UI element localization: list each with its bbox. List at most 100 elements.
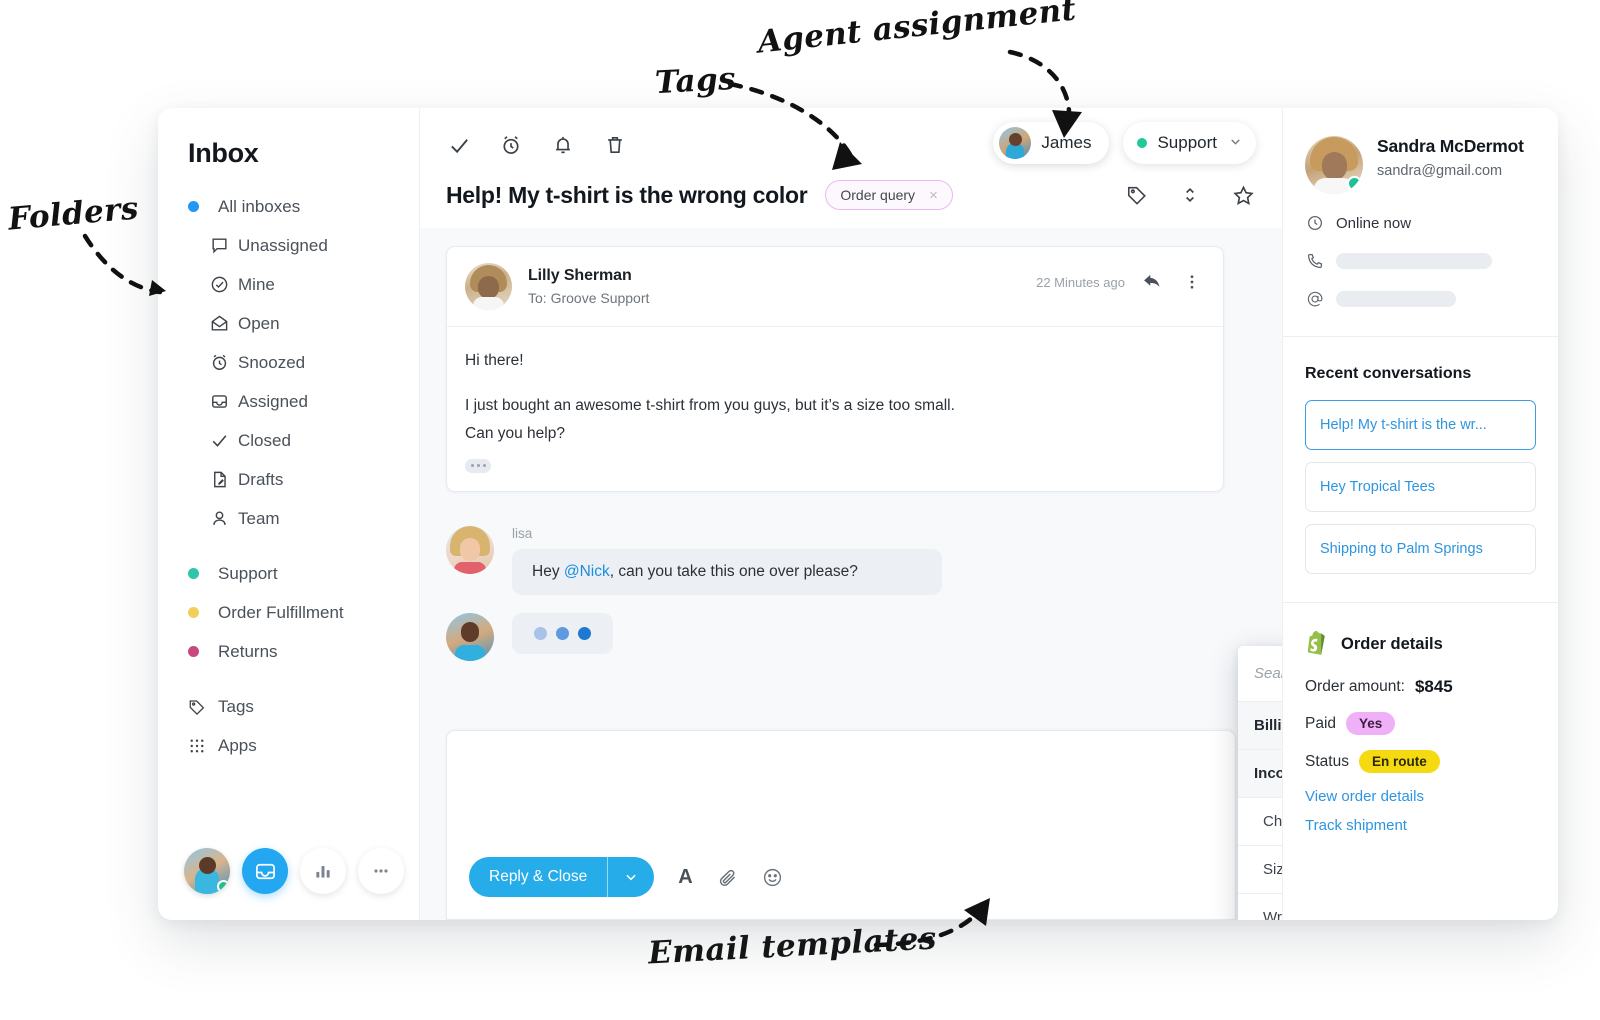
reports-button[interactable]	[300, 848, 346, 894]
order-amount-label: Order amount:	[1305, 678, 1405, 695]
chevron-down-icon	[1229, 135, 1242, 151]
customer-name: Sandra McDermot	[1377, 136, 1524, 156]
chevron-down-icon[interactable]	[608, 870, 654, 884]
sidebar-item-tags[interactable]: Tags	[158, 687, 419, 726]
presence-label: Online now	[1336, 214, 1412, 232]
sidebar-item-assigned[interactable]: Assigned	[158, 382, 419, 421]
sidebar-item-all-inboxes[interactable]: All inboxes	[158, 187, 419, 226]
tag-chip-order-query[interactable]: Order query ×	[825, 180, 953, 210]
message-thread: Lilly Sherman To: Groove Support 22 Minu…	[420, 228, 1282, 920]
clock-icon	[1305, 214, 1324, 232]
draft-document-icon	[210, 470, 238, 489]
more-options-icon[interactable]	[1179, 269, 1205, 295]
person-icon	[210, 509, 238, 528]
status-dot-icon	[1137, 138, 1148, 148]
inbox-button[interactable]	[242, 848, 288, 894]
recent-conversations-heading: Recent conversations	[1305, 365, 1472, 382]
sidebar-item-label: Snoozed	[238, 352, 306, 372]
instant-reply-item[interactable]: Change of shipping	[1238, 798, 1282, 846]
open-envelope-icon	[210, 314, 238, 333]
sidebar-item-label: Closed	[238, 430, 291, 450]
instant-reply-item[interactable]: Sizing incorrect	[1238, 846, 1282, 894]
sidebar-item-label: Team	[238, 508, 280, 528]
sidebar-folder-support[interactable]: Support	[158, 554, 419, 593]
sidebar-item-closed[interactable]: Closed	[158, 421, 419, 460]
instant-reply-group[interactable]: Incorrect orders	[1238, 750, 1282, 798]
recent-conversation-item[interactable]: Hey Tropical Tees	[1305, 462, 1536, 512]
emoji-icon[interactable]	[762, 867, 783, 888]
order-amount-value: $845	[1414, 677, 1453, 696]
at-icon	[1305, 290, 1324, 308]
sidebar-item-snoozed[interactable]: Snoozed	[158, 343, 419, 382]
sidebar-item-unassigned[interactable]: Unassigned	[158, 226, 419, 265]
status-dropdown[interactable]: Support	[1123, 122, 1256, 164]
user-avatar[interactable]	[184, 848, 230, 894]
subject-row: Help! My t-shirt is the wrong color Orde…	[446, 166, 1256, 228]
check-circle-icon	[210, 275, 238, 294]
notification-bell-icon[interactable]	[550, 132, 576, 158]
instant-reply-group[interactable]: Billing replies	[1238, 702, 1282, 750]
sidebar-item-apps[interactable]: Apps	[158, 726, 419, 765]
sidebar-item-label: Drafts	[238, 469, 284, 489]
sidebar-folder-label: Returns	[218, 641, 278, 661]
track-shipment-link[interactable]: Track shipment	[1305, 817, 1536, 834]
status-label: Support	[1157, 133, 1217, 152]
annotation-folders: Folders	[6, 190, 141, 238]
presence-row: Online now	[1305, 214, 1536, 232]
attachment-icon[interactable]	[717, 867, 738, 888]
composer-toolbar: Reply & Close A	[469, 857, 783, 897]
mention-nick[interactable]: @Nick	[564, 563, 610, 580]
agent-avatar	[999, 127, 1032, 159]
status-badge: En route	[1358, 750, 1440, 773]
sidebar-item-label: Open	[238, 313, 280, 333]
conversation-toolbar: James Support	[446, 122, 1256, 166]
typing-indicator	[512, 612, 613, 654]
sidebar-item-drafts[interactable]: Drafts	[158, 460, 419, 499]
recent-conversations: Recent conversations Help! My t-shirt is…	[1283, 337, 1558, 603]
sidebar-item-team[interactable]: Team	[158, 499, 419, 538]
sidebar-item-mine[interactable]: Mine	[158, 265, 419, 304]
customer-email: sandra@gmail.com	[1377, 163, 1503, 179]
reply-composer[interactable]: Reply & Close A	[446, 730, 1236, 920]
agent-assignment-button[interactable]: James	[993, 122, 1110, 164]
snooze-icon[interactable]	[498, 132, 524, 158]
sidebar-folder-order-fulfillment[interactable]: Order Fulfillment	[158, 593, 419, 632]
grid-dots-icon	[188, 737, 218, 755]
sidebar-folder-returns[interactable]: Returns	[158, 632, 419, 671]
paid-label: Paid	[1305, 714, 1337, 732]
status-badge: Yes	[1346, 712, 1396, 735]
sidebar-item-label: Mine	[238, 274, 275, 294]
alarm-clock-icon	[210, 353, 238, 372]
phone-icon	[1305, 252, 1324, 270]
more-button[interactable]	[358, 848, 404, 894]
check-icon	[210, 431, 238, 450]
tag-icon[interactable]	[1124, 182, 1150, 208]
note-bubble: Hey @Nick, can you take this one over pl…	[512, 548, 942, 595]
shopify-icon	[1305, 630, 1330, 658]
star-icon[interactable]	[1230, 182, 1256, 208]
reply-and-close-button[interactable]: Reply & Close	[469, 857, 655, 897]
reply-icon[interactable]	[1139, 269, 1165, 295]
instant-reply-item[interactable]: Wrong billing	[1238, 894, 1282, 920]
close-icon[interactable]: ×	[929, 187, 938, 204]
text-format-icon[interactable]: A	[678, 866, 692, 889]
delete-icon[interactable]	[602, 132, 628, 158]
annotation-tags: Tags	[654, 60, 737, 102]
recent-conversation-item[interactable]: Help! My t-shirt is the wr...	[1305, 400, 1536, 450]
online-indicator	[1347, 176, 1362, 191]
dot-icon	[188, 646, 218, 657]
expand-quoted-text-icon[interactable]	[465, 458, 491, 473]
dot-icon	[188, 201, 218, 212]
sender-name: Lilly Sherman	[528, 267, 632, 284]
mark-done-icon[interactable]	[446, 132, 472, 158]
sort-icon[interactable]	[1177, 182, 1203, 208]
internal-note: lisa Hey @Nick, can you take this one ov…	[446, 525, 1256, 595]
view-order-details-link[interactable]: View order details	[1305, 788, 1536, 805]
phone-placeholder	[1336, 253, 1492, 269]
instant-reply-search[interactable]: Search for a response...	[1238, 646, 1282, 702]
sidebar-item-open[interactable]: Open	[158, 304, 419, 343]
recent-conversation-item[interactable]: Shipping to Palm Springs	[1305, 524, 1536, 574]
dot-icon	[188, 568, 218, 579]
order-status-row: Status En route	[1305, 750, 1536, 773]
subject-actions	[1124, 182, 1256, 208]
